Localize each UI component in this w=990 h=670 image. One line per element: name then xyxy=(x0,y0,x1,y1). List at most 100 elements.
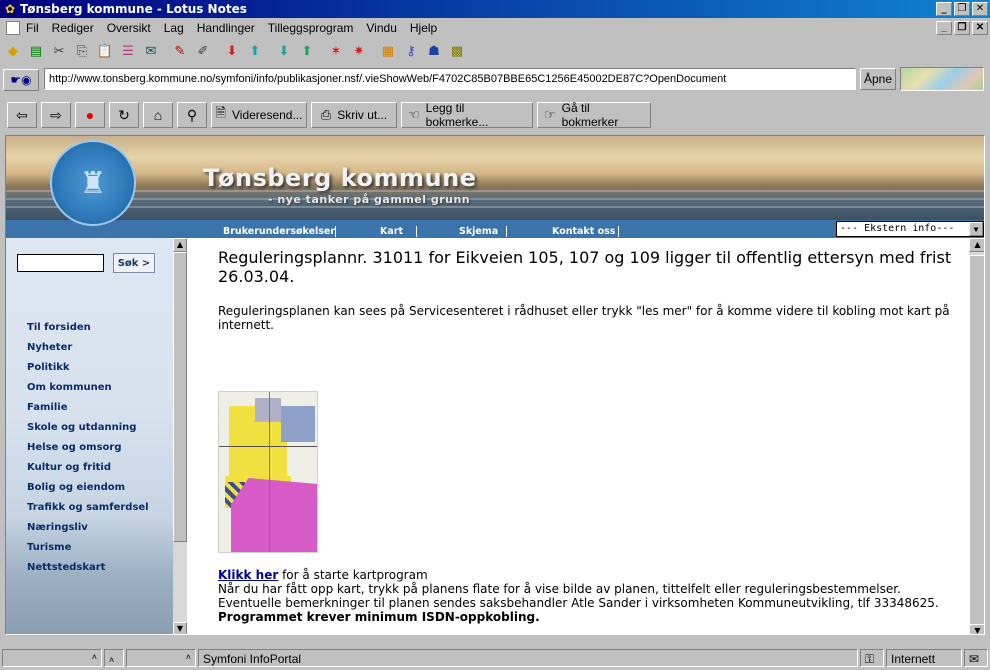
pattern-icon[interactable]: ▩ xyxy=(446,40,468,62)
goto-bookmarks-button[interactable]: ☞ Gå til bokmerker xyxy=(537,101,651,129)
menu-rediger[interactable]: Rediger xyxy=(52,21,94,35)
bookmark-icon: ☜ xyxy=(408,107,420,122)
menu-lag[interactable]: Lag xyxy=(164,21,184,35)
menu-oversikt[interactable]: Oversikt xyxy=(107,21,151,35)
arrow-down-red-icon[interactable]: ⬇ xyxy=(221,40,243,62)
address-bar: ☛◉ http://www.tonsberg.kommune.no/symfon… xyxy=(0,66,990,92)
topnav-separator xyxy=(335,226,336,237)
sidebar-item-om-kommunen[interactable]: Om kommunen xyxy=(27,382,149,402)
scroll-down-arrow-icon[interactable]: ▼ xyxy=(173,622,187,634)
pen-icon[interactable]: ✎ xyxy=(169,40,191,62)
caret-up-icon[interactable]: ˄ xyxy=(186,652,191,662)
external-info-select[interactable]: --- Ekstern info--- ▼ xyxy=(836,221,984,237)
menu-hjelp[interactable]: Hjelp xyxy=(410,21,437,35)
sidebar-item-familie[interactable]: Familie xyxy=(27,402,149,422)
key-icon[interactable]: ⚷ xyxy=(400,40,422,62)
back-icon[interactable]: ⇦ xyxy=(7,102,37,128)
zoning-plan-map[interactable] xyxy=(218,391,318,553)
topnav-brukerundersokelser[interactable]: Brukerundersøkelser xyxy=(223,226,335,237)
menu-tilleggsprogram[interactable]: Tilleggsprogram xyxy=(268,21,354,35)
menu-handlinger[interactable]: Handlinger xyxy=(197,21,255,35)
scroll-up-arrow-icon[interactable]: ▲ xyxy=(969,238,984,252)
sidebar-item-kultur-og-fritid[interactable]: Kultur og fritid xyxy=(27,462,149,482)
restore-button[interactable]: ❐ xyxy=(954,2,970,16)
search-button[interactable]: Søk > xyxy=(113,253,155,273)
inbox-status-cell[interactable]: ✉ xyxy=(964,649,988,667)
menu-vindu[interactable]: Vindu xyxy=(366,21,396,35)
sidebar-scrollbar[interactable]: ▲ ▼ xyxy=(173,238,187,634)
map-thumbnail[interactable] xyxy=(900,67,984,91)
home-icon[interactable]: ⌂ xyxy=(143,102,173,128)
open-database-icon[interactable]: ▤ xyxy=(25,40,47,62)
topnav-kart[interactable]: Kart xyxy=(380,226,403,237)
copy-icon[interactable]: ⎘ xyxy=(71,40,93,62)
sidebar-item-turisme[interactable]: Turisme xyxy=(27,542,149,562)
content-scrollbar[interactable]: ▲ ▼ xyxy=(969,238,984,634)
star-down-icon[interactable]: ✶ xyxy=(325,40,347,62)
arrow-down-teal-icon[interactable]: ⬇ xyxy=(273,40,295,62)
doc-restore-button[interactable]: ❐ xyxy=(954,21,970,35)
caret-up-icon[interactable]: ˄ xyxy=(109,655,114,665)
web-page: ♜ Tønsberg kommune - nye tanker på gamme… xyxy=(5,135,985,635)
sidebar-item-nettstedskart[interactable]: Nettstedskart xyxy=(27,562,149,582)
status-cell: ˄ xyxy=(126,649,196,667)
sidebar-item-politikk[interactable]: Politikk xyxy=(27,362,149,382)
search-input[interactable] xyxy=(17,254,104,272)
grid-icon[interactable]: ▦ xyxy=(377,40,399,62)
envelope-icon[interactable]: ✉ xyxy=(140,40,162,62)
diamond-icon[interactable]: ◆ xyxy=(2,40,24,62)
add-bookmark-button[interactable]: ☜ Legg til bokmerke... xyxy=(401,101,533,129)
municipality-seal-icon[interactable]: ♜ xyxy=(50,140,136,226)
layers-icon[interactable]: ☰ xyxy=(117,40,139,62)
cut-icon[interactable]: ✂ xyxy=(48,40,70,62)
start-map-link[interactable]: Klikk her xyxy=(218,568,278,582)
arrow-up-teal-icon[interactable]: ⬆ xyxy=(244,40,266,62)
open-button[interactable]: Åpne xyxy=(860,68,896,90)
navigation-bar: ⇦ ⇨ ● ↻ ⌂ ⚲ 🗎 Videresend... ⎙ Skriv ut..… xyxy=(0,98,990,132)
web-navigator-icon[interactable]: ☛◉ xyxy=(3,69,39,91)
printer-icon: ⎙ xyxy=(320,107,332,122)
topnav-kontakt-oss[interactable]: Kontakt oss xyxy=(552,226,615,237)
forward-icon[interactable]: ⇨ xyxy=(41,102,71,128)
forward-document-button[interactable]: 🗎 Videresend... xyxy=(211,102,307,128)
article-body-text: Når du har fått opp kart, trykk på plane… xyxy=(218,582,939,610)
sidebar-item-skole-og-utdanning[interactable]: Skole og utdanning xyxy=(27,422,149,442)
sidebar-item-nyheter[interactable]: Nyheter xyxy=(27,342,149,362)
people-icon[interactable]: ☗ xyxy=(423,40,445,62)
star-up-icon[interactable]: ✷ xyxy=(348,40,370,62)
sidebar-item-bolig-og-eiendom[interactable]: Bolig og eiendom xyxy=(27,482,149,502)
stop-icon[interactable]: ● xyxy=(75,102,105,128)
close-button[interactable]: ✕ xyxy=(972,2,988,16)
document-icon[interactable] xyxy=(6,21,20,35)
key-status-cell[interactable]: ⚿ xyxy=(860,649,884,667)
arrow-up-green-icon[interactable]: ⬆ xyxy=(296,40,318,62)
scroll-down-arrow-icon[interactable]: ▼ xyxy=(969,624,984,634)
caret-up-icon[interactable]: ˄ xyxy=(92,652,97,662)
minimize-button[interactable]: _ xyxy=(936,2,952,16)
topnav-skjema[interactable]: Skjema xyxy=(459,226,498,237)
scroll-thumb[interactable] xyxy=(969,255,984,625)
chevron-down-icon[interactable]: ▼ xyxy=(969,222,983,236)
scroll-up-arrow-icon[interactable]: ▲ xyxy=(173,238,187,252)
document-icon: 🗎 xyxy=(215,105,226,120)
sidebar-item-helse-og-omsorg[interactable]: Helse og omsorg xyxy=(27,442,149,462)
search-people-icon[interactable]: ⚲ xyxy=(177,102,207,128)
sidebar-item-til-forsiden[interactable]: Til forsiden xyxy=(27,322,149,342)
url-input[interactable]: http://www.tonsberg.kommune.no/symfoni/i… xyxy=(44,68,856,90)
sidebar-item-naeringsliv[interactable]: Næringsliv xyxy=(27,522,149,542)
external-info-value: --- Ekstern info--- xyxy=(840,223,955,234)
paste-icon[interactable]: 📋 xyxy=(94,40,116,62)
doc-minimize-button[interactable]: _ xyxy=(936,21,952,35)
add-bookmark-label: Legg til bokmerke... xyxy=(425,101,489,129)
status-cell: ˄ xyxy=(104,649,124,667)
scroll-thumb[interactable] xyxy=(173,252,187,542)
sidebar-item-trafikk-og-samferdsel[interactable]: Trafikk og samferdsel xyxy=(27,502,149,522)
status-portal: Symfoni InfoPortal xyxy=(198,649,858,667)
status-zone[interactable]: Internett xyxy=(886,649,962,667)
refresh-icon[interactable]: ↻ xyxy=(109,102,139,128)
print-button[interactable]: ⎙ Skriv ut... xyxy=(311,102,397,128)
doc-close-button[interactable]: ✕ xyxy=(972,21,988,35)
edit-document-icon[interactable]: ✐ xyxy=(192,40,214,62)
forward-document-label: Videresend... xyxy=(231,108,303,122)
menu-fil[interactable]: Fil xyxy=(26,21,39,35)
